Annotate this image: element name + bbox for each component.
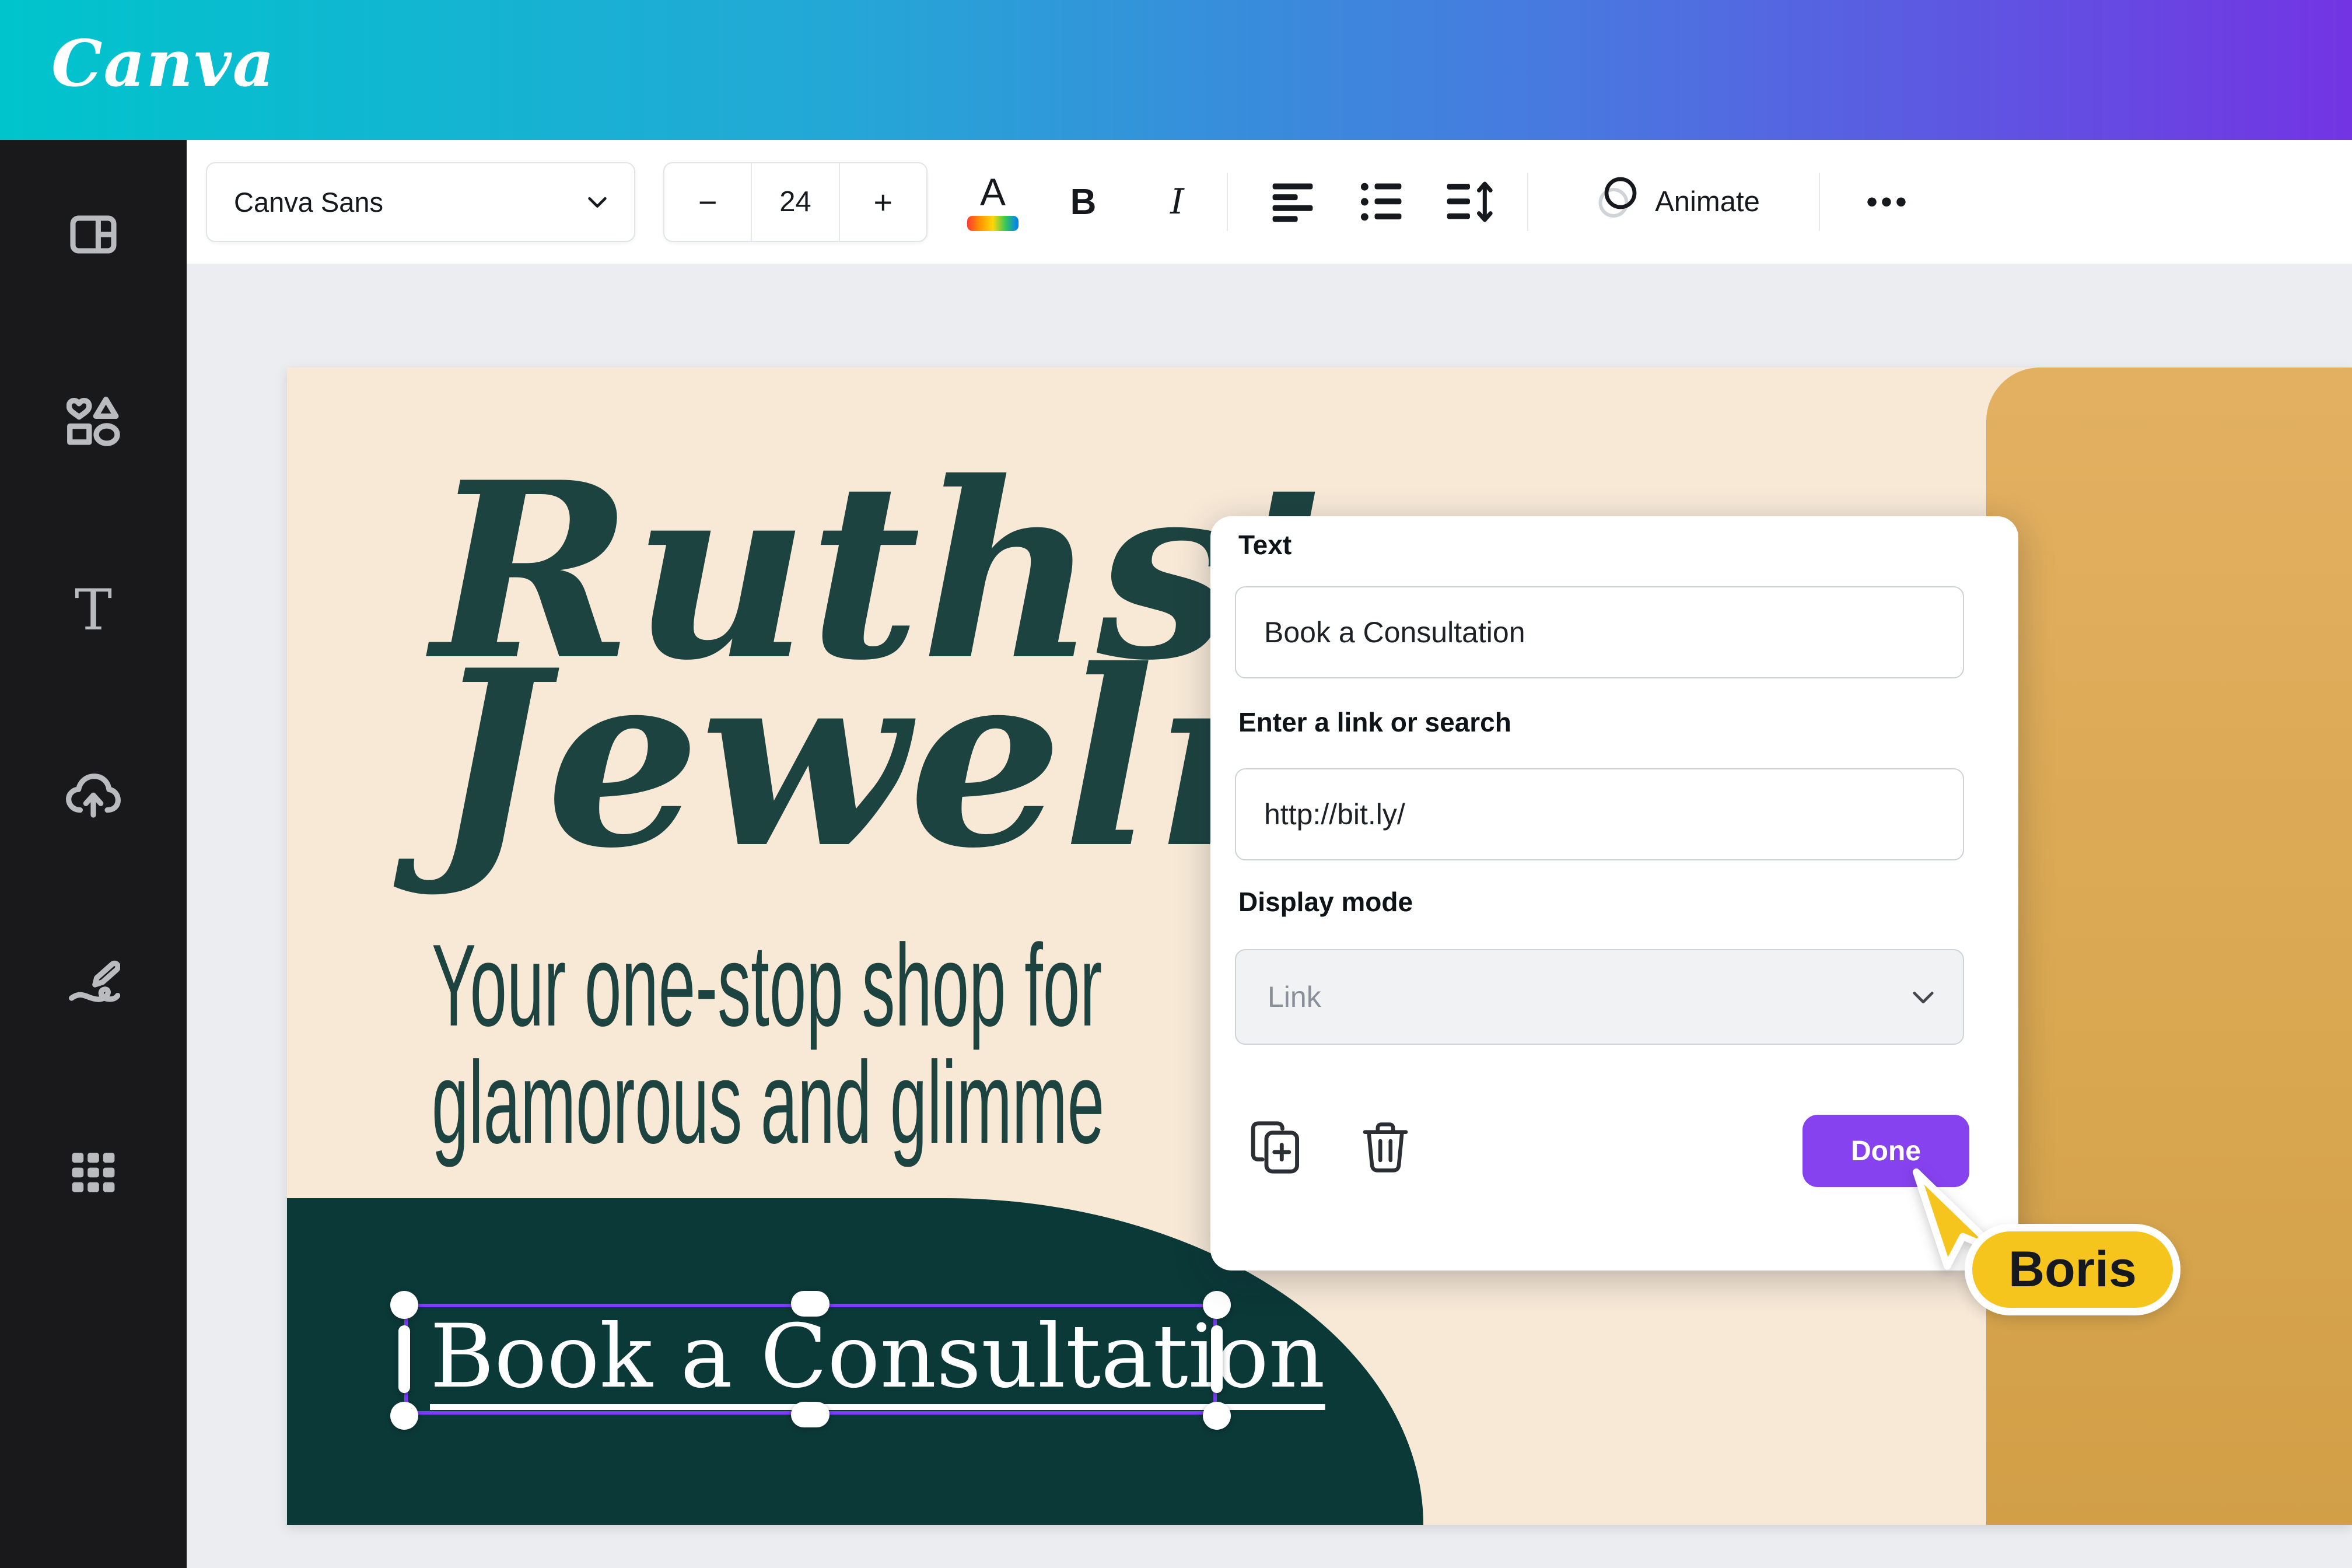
selection-box [404,1304,1217,1415]
shapes-icon [66,394,120,451]
link-text-input[interactable] [1235,586,1964,678]
link-field-label: Enter a link or search [1238,706,1511,738]
alignment-button[interactable] [1264,140,1322,264]
selection-handle-right[interactable] [1211,1325,1223,1393]
text-color-icon: A [980,173,1006,211]
toolbar-divider [1227,173,1228,231]
link-popup: Text Enter a link or search Display mode… [1210,516,2018,1270]
trash-icon [1359,1121,1412,1174]
bulleted-list-button[interactable] [1352,140,1410,264]
display-mode-value: Link [1268,980,1321,1014]
display-mode-select[interactable]: Link [1235,949,1964,1045]
rainbow-swatch [967,216,1019,231]
font-size-increase-button[interactable]: + [840,163,926,241]
sidebar-item-elements[interactable] [0,364,187,481]
link-url-input[interactable] [1235,768,1964,860]
bulleted-list-icon [1356,177,1406,227]
selection-handle-bottom-left[interactable] [390,1402,418,1430]
delete-link-button[interactable] [1353,1115,1418,1180]
selection-handle-left[interactable] [398,1325,410,1393]
sidebar-item-uploads[interactable] [0,740,187,856]
bold-button[interactable]: B [1051,140,1115,264]
font-selector[interactable]: Canva Sans [206,140,635,264]
apps-grid-icon [69,1148,118,1200]
text-icon: T [75,582,112,638]
toolbar-divider [1527,173,1528,231]
animate-button[interactable]: Animate [1559,140,1792,264]
tan-background-shape[interactable] [1986,368,2352,1525]
font-size-value[interactable]: 24 [751,163,839,241]
cloud-upload-icon [65,769,121,828]
sidebar: T [0,140,187,1568]
text-toolbar: Canva Sans − 24 + A B I [187,140,2352,265]
design-body-line2[interactable]: glamorous and glimme [432,1045,1104,1161]
selection-handle-top-center[interactable] [791,1291,830,1317]
toolbar-divider [1819,173,1820,231]
design-body-line1[interactable]: Your one-stop shop for [432,928,1102,1044]
duplicate-icon [1248,1119,1304,1175]
app-header: Canva [0,0,2352,140]
display-mode-label: Display mode [1238,886,1413,918]
collaborator-name-badge: Boris [1965,1224,2180,1315]
font-selector-value: Canva Sans [234,186,383,218]
text-color-button[interactable]: A [958,140,1028,264]
italic-button[interactable]: I [1148,140,1206,264]
line-spacing-button[interactable] [1440,140,1500,264]
sidebar-item-text[interactable]: T [0,552,187,668]
animate-icon [1591,174,1647,230]
more-options-button[interactable]: ••• [1856,140,1920,264]
font-size-decrease-button[interactable]: − [664,163,751,241]
chevron-down-icon [584,188,611,215]
canva-editor: Canva T [0,0,2352,1568]
font-size-stepper: − 24 + [663,140,928,264]
text-field-label: Text [1238,529,1292,561]
sidebar-item-apps[interactable] [0,1115,187,1232]
selection-handle-top-right[interactable] [1203,1291,1231,1319]
selection-handle-top-left[interactable] [390,1291,418,1319]
sidebar-item-draw[interactable] [0,928,187,1044]
sidebar-item-design[interactable] [0,177,187,294]
selection-handle-bottom-right[interactable] [1203,1402,1231,1430]
chevron-down-icon [1908,982,1938,1012]
canva-logo[interactable]: Canva [51,26,275,101]
selection-handle-bottom-center[interactable] [791,1402,830,1427]
draw-pen-icon [66,958,120,1014]
design-panels-icon [69,210,118,262]
line-spacing-icon [1444,176,1496,228]
duplicate-link-button[interactable] [1243,1115,1308,1180]
align-left-icon [1268,177,1318,227]
animate-label: Animate [1655,186,1760,218]
